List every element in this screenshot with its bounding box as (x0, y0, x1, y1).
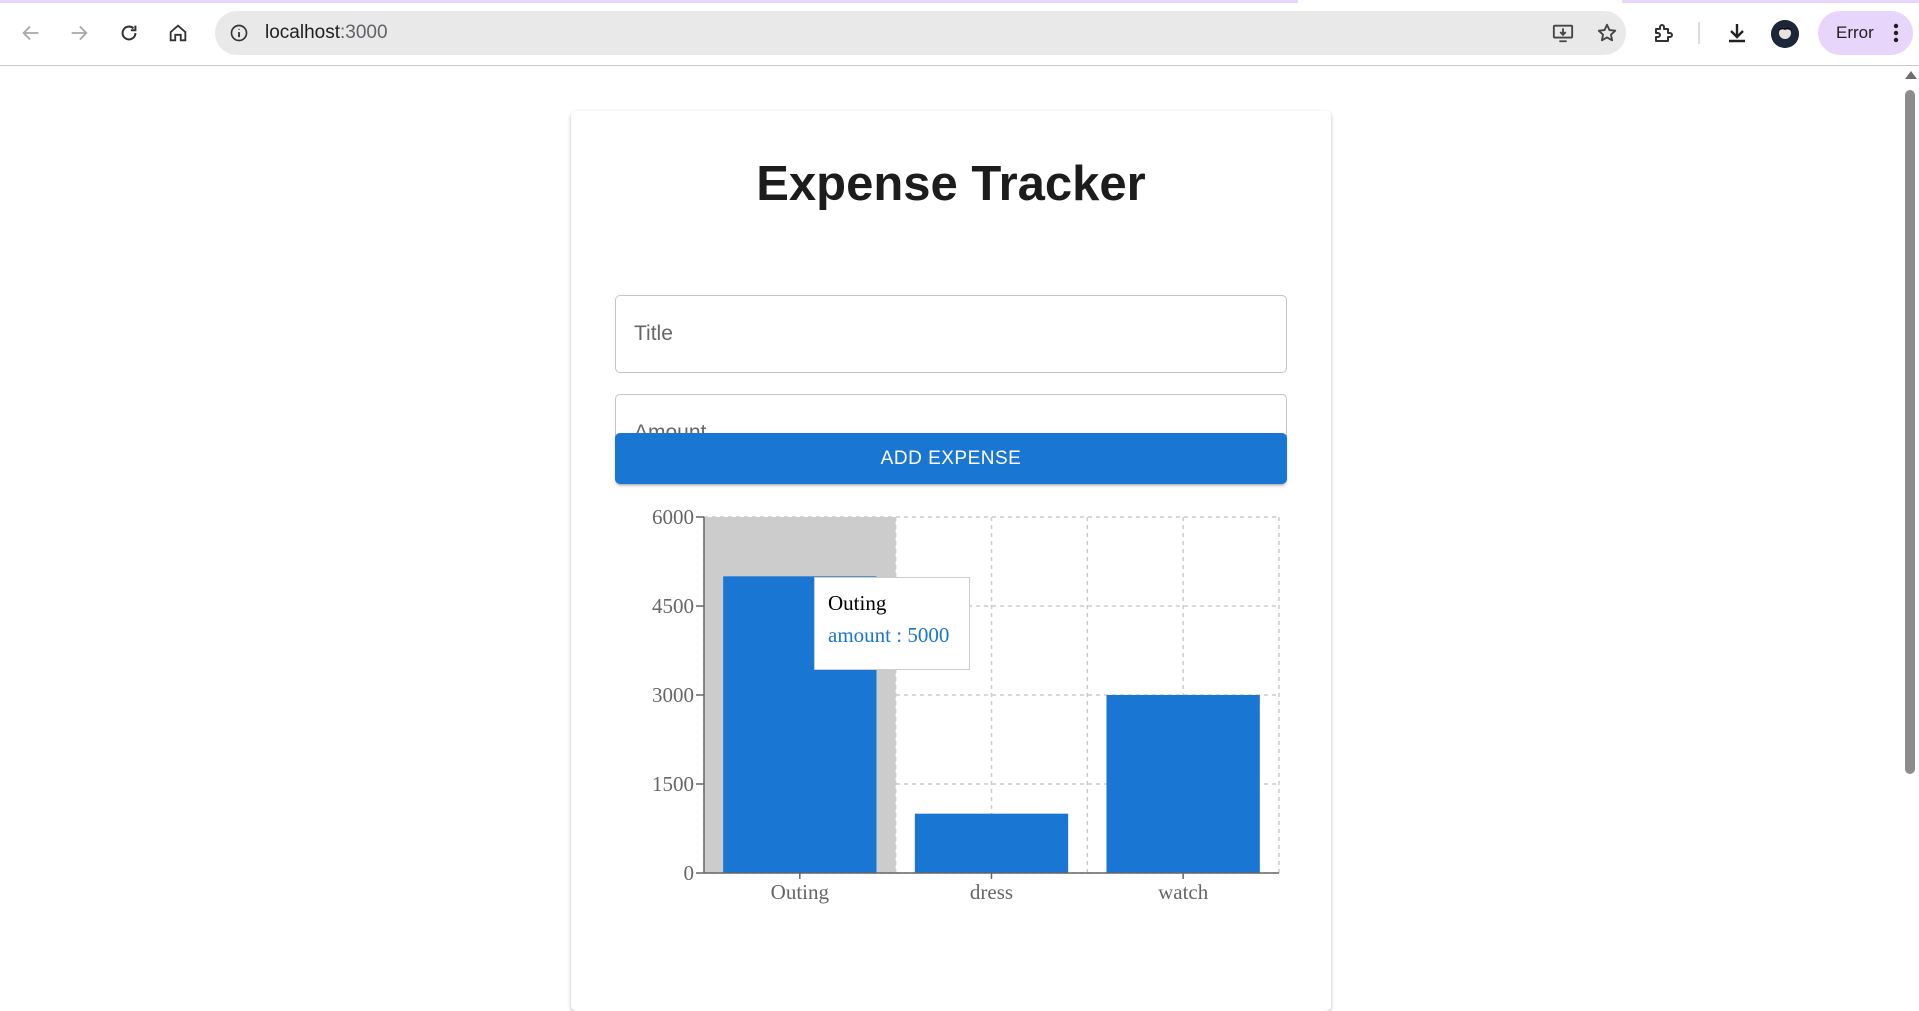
chart-bar-watch (1106, 695, 1260, 873)
chart-x-tick-label: watch (1158, 880, 1209, 904)
extensions-puzzle-icon (1655, 24, 1673, 42)
profile-error-label: Error (1836, 23, 1874, 42)
forward-arrow-icon (71, 25, 88, 41)
url-port: :3000 (340, 22, 388, 43)
scroll-up-arrow-icon[interactable] (1905, 71, 1917, 79)
chart-tooltip: Outing amount : 5000 (814, 577, 970, 670)
home-button[interactable] (158, 13, 198, 53)
forward-button[interactable] (59, 13, 99, 53)
scroll-thumb[interactable] (1905, 90, 1915, 774)
reload-icon (121, 25, 137, 41)
back-button[interactable] (11, 13, 51, 53)
url-host: localhost (265, 22, 340, 43)
avatar-icon (1771, 20, 1799, 48)
profile-error-button[interactable]: Error (1818, 11, 1913, 55)
bookmark-star-icon (1597, 23, 1617, 42)
toolbar-divider (1698, 22, 1700, 44)
page-viewport: Expense Tracker ADD EXPENSE 015003000450… (0, 66, 1919, 1011)
page-scrollbar[interactable] (1900, 66, 1919, 998)
browser-toolbar: localhost:3000 Error (0, 0, 1919, 66)
tab-strip-accent (1622, 0, 1919, 3)
tab-strip-accent (0, 0, 1298, 3)
chart-x-tick-label: Outing (771, 880, 830, 904)
home-icon (169, 24, 187, 42)
expense-card: Expense Tracker ADD EXPENSE 015003000450… (571, 111, 1331, 1011)
chart-y-tick-label: 0 (684, 861, 695, 885)
chart-y-tick-label: 6000 (652, 505, 694, 529)
extensions-button[interactable] (1644, 13, 1684, 53)
address-bar[interactable]: localhost:3000 (215, 11, 1626, 55)
profile-avatar[interactable] (1771, 20, 1799, 48)
back-arrow-icon (22, 25, 39, 41)
chart-y-tick-label: 4500 (652, 594, 694, 618)
menu-dots-icon[interactable] (1893, 23, 1899, 43)
chart-x-tick-label: dress (970, 880, 1013, 904)
downloads-button[interactable] (1717, 13, 1757, 53)
install-app-button[interactable] (1549, 19, 1577, 47)
chart-bar-dress (914, 813, 1069, 873)
bookmark-button[interactable] (1593, 19, 1621, 47)
chart-y-tick-label: 3000 (652, 683, 694, 707)
tooltip-value: amount : 5000 (828, 623, 950, 647)
tooltip-label: Outing (828, 591, 887, 615)
expense-bar-chart: 0 1500 3000 4500 6000 Outing dress watch (652, 505, 1280, 904)
chart-y-tick-label: 1500 (652, 772, 694, 796)
reload-button[interactable] (109, 13, 149, 53)
url-text[interactable]: localhost:3000 (265, 11, 388, 55)
site-info-icon[interactable] (227, 21, 251, 45)
install-app-icon (1552, 24, 1574, 43)
download-icon (1729, 24, 1745, 43)
